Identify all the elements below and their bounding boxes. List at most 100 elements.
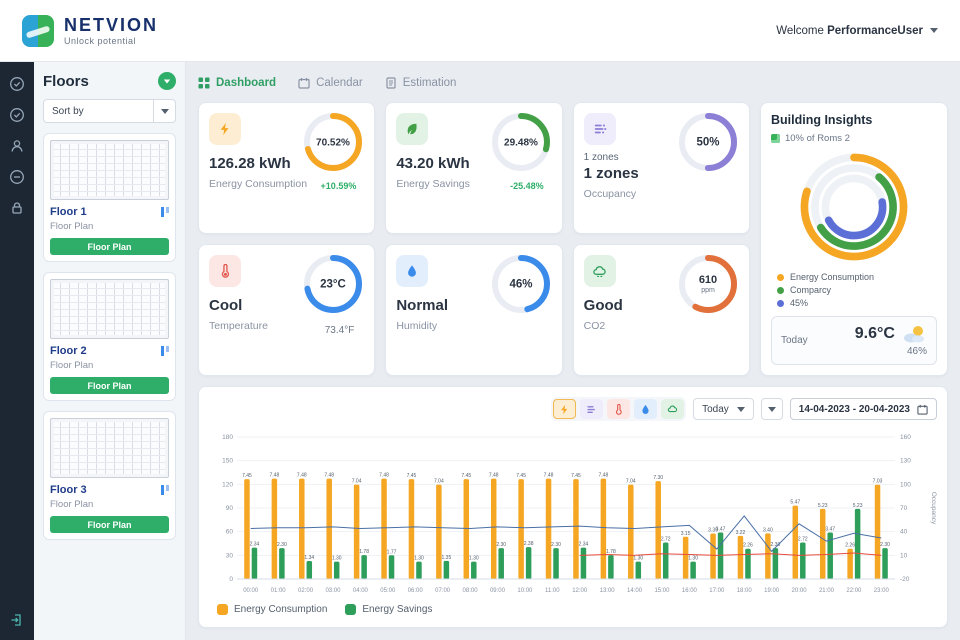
check-circle-icon[interactable] (9, 107, 25, 123)
floor-plan-thumbnail[interactable] (50, 279, 169, 339)
today-temp: 9.6°C (855, 325, 895, 343)
floors-panel: Floors Sort by Floor 1 Floor Plan Floor … (34, 62, 186, 640)
filter-temperature-button[interactable] (607, 399, 630, 419)
svg-text:60: 60 (226, 529, 234, 536)
tab-dashboard[interactable]: Dashboard (198, 77, 276, 89)
svg-text:04:00: 04:00 (353, 588, 369, 594)
tab-estimation-label: Estimation (403, 77, 457, 89)
floor-card[interactable]: Floor 1 Floor Plan Floor Plan (43, 133, 176, 262)
temperature-card: 23°C Cool Temperature 73.4°F (198, 244, 375, 376)
humidity-label: Humidity (396, 320, 551, 332)
svg-text:70: 70 (900, 505, 908, 512)
tab-dashboard-label: Dashboard (216, 77, 276, 89)
svg-text:160: 160 (900, 434, 911, 441)
calendar-icon (917, 404, 928, 415)
svg-text:40: 40 (900, 529, 908, 536)
floor-card[interactable]: Floor 3 Floor Plan Floor Plan (43, 411, 176, 540)
svg-text:05:00: 05:00 (380, 588, 396, 594)
co2-donut: 610 ppm (677, 253, 739, 320)
welcome-text: Welcome PerformanceUser (776, 25, 923, 37)
co2-cloud-icon (584, 255, 616, 287)
user-icon[interactable] (9, 138, 25, 154)
filter-humidity-button[interactable] (634, 399, 657, 419)
floors-collapse-button[interactable] (158, 72, 176, 90)
lock-icon[interactable] (9, 200, 25, 216)
svg-text:2.30: 2.30 (551, 542, 561, 548)
svg-text:18:00: 18:00 (737, 588, 753, 594)
icon-rail (0, 62, 34, 640)
chevron-down-icon (737, 407, 745, 412)
svg-text:7.45: 7.45 (407, 473, 417, 479)
floor-name: Floor 2 (50, 345, 87, 357)
svg-text:120: 120 (222, 481, 233, 488)
svg-text:2.30: 2.30 (496, 542, 506, 548)
legend-swatch (345, 604, 356, 615)
svg-text:1.30: 1.30 (688, 556, 698, 562)
floor-name: Floor 1 (50, 206, 87, 218)
tab-calendar[interactable]: Calendar (298, 77, 363, 89)
filter-occupancy-button[interactable] (580, 399, 603, 419)
chevron-down-icon (930, 28, 938, 33)
thermometer-icon (209, 255, 241, 287)
svg-text:20:00: 20:00 (792, 588, 808, 594)
sort-by-select[interactable]: Sort by (43, 99, 176, 123)
svg-text:15:00: 15:00 (654, 588, 670, 594)
svg-text:01:00: 01:00 (271, 588, 287, 594)
floor-indicator-icon (161, 485, 169, 495)
svg-text:180: 180 (222, 434, 233, 441)
insights-title: Building Insights (771, 113, 937, 127)
svg-text:2.34: 2.34 (250, 542, 260, 548)
minus-circle-icon[interactable] (9, 169, 25, 185)
svg-text:-20: -20 (900, 576, 910, 583)
insights-legend: Energy Consumption Comparcy 45% (777, 272, 937, 308)
floor-indicator-icon (161, 207, 169, 217)
humidity-donut: 46% (490, 253, 552, 320)
droplet-icon (396, 255, 428, 287)
savings-delta: -25.48% (510, 181, 544, 191)
svg-text:7.04: 7.04 (434, 479, 444, 485)
svg-text:7.48: 7.48 (297, 473, 307, 479)
co2-label: CO2 (584, 320, 739, 332)
range-select[interactable]: Today (693, 398, 754, 420)
chevron-down-icon[interactable] (153, 100, 175, 122)
rooms-icon (771, 134, 780, 143)
legend-label: Energy Consumption (234, 604, 327, 615)
floor-plan-button[interactable]: Floor Plan (50, 377, 169, 394)
brand-name: NETVION (64, 15, 158, 36)
humidity-card: 46% Normal Humidity (385, 244, 562, 376)
svg-text:7.48: 7.48 (599, 473, 609, 479)
energy-savings-card: 29.48% 43.20 kWh Energy Savings -25.48% (385, 102, 562, 234)
svg-text:7.48: 7.48 (489, 473, 499, 479)
svg-text:19:00: 19:00 (764, 588, 780, 594)
floor-name: Floor 3 (50, 484, 87, 496)
svg-text:7.45: 7.45 (461, 473, 471, 479)
user-menu[interactable]: Welcome PerformanceUser (776, 25, 938, 37)
svg-text:3.47: 3.47 (716, 526, 726, 532)
legend-dot (777, 300, 784, 307)
sort-by-label: Sort by (44, 106, 153, 117)
metric-filter-group (551, 397, 686, 421)
date-range-picker[interactable]: 14-04-2023 - 20-04-2023 (790, 398, 937, 420)
svg-text:610: 610 (699, 274, 717, 286)
svg-text:7.45: 7.45 (516, 473, 526, 479)
floor-card[interactable]: Floor 2 Floor Plan Floor Plan (43, 272, 176, 401)
grid-icon (198, 77, 210, 89)
floor-plan-thumbnail[interactable] (50, 418, 169, 478)
svg-text:2.72: 2.72 (661, 537, 671, 543)
range-dropdown-button[interactable] (761, 398, 783, 420)
logout-icon[interactable] (9, 612, 25, 628)
svg-text:2.30: 2.30 (277, 542, 287, 548)
tab-estimation[interactable]: Estimation (385, 77, 457, 89)
floor-plan-thumbnail[interactable] (50, 140, 169, 200)
svg-text:12:00: 12:00 (572, 588, 588, 594)
svg-text:23:00: 23:00 (874, 588, 890, 594)
filter-co2-button[interactable] (661, 399, 684, 419)
floor-plan-button[interactable]: Floor Plan (50, 516, 169, 533)
svg-text:3.40: 3.40 (763, 527, 773, 533)
floor-plan-button[interactable]: Floor Plan (50, 238, 169, 255)
filter-energy-button[interactable] (553, 399, 576, 419)
svg-text:Occupancy: Occupancy (930, 492, 937, 525)
username: PerformanceUser (827, 25, 923, 37)
floor-subtitle: Floor Plan (50, 360, 169, 371)
check-circle-icon[interactable] (9, 76, 25, 92)
